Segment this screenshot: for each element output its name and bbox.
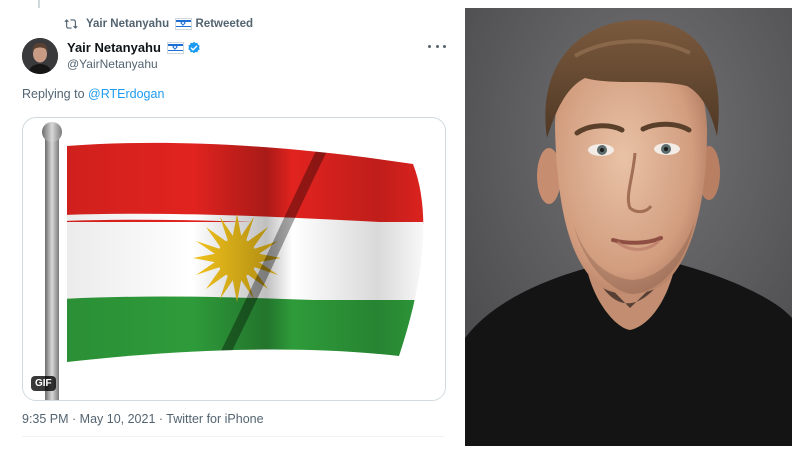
retweet-context[interactable]: Yair Netanyahu Retweeted (64, 16, 253, 32)
retweet-icon (64, 19, 78, 29)
israel-flag-icon (166, 41, 184, 54)
reply-target-link[interactable]: @RTErdogan (88, 87, 164, 101)
verified-badge-icon (188, 41, 200, 53)
retweet-label: Retweeted (195, 18, 254, 31)
portrait-photo (465, 8, 792, 446)
author-handle[interactable]: @YairNetanyahu (67, 57, 158, 71)
tweet-panel: Yair Netanyahu Retweeted Yair Netanyahu … (0, 0, 457, 455)
avatar[interactable] (22, 38, 58, 74)
media-gif[interactable]: GIF (22, 117, 446, 401)
more-options-icon[interactable] (428, 40, 446, 52)
thread-line (38, 0, 40, 8)
author-name[interactable]: Yair Netanyahu (67, 40, 161, 55)
replying-to-prefix: Replying to (22, 87, 89, 101)
tweet-timestamp[interactable]: 9:35 PM · May 10, 2021 · Twitter for iPh… (22, 412, 264, 426)
israel-flag-icon (175, 17, 193, 30)
gif-badge: GIF (31, 376, 56, 391)
divider (22, 436, 444, 437)
replying-to: Replying to @RTErdogan (22, 87, 164, 101)
kurdistan-flag-gif (23, 118, 445, 400)
retweeter-name[interactable]: Yair Netanyahu (86, 18, 169, 30)
author-name-row[interactable]: Yair Netanyahu (67, 40, 201, 55)
